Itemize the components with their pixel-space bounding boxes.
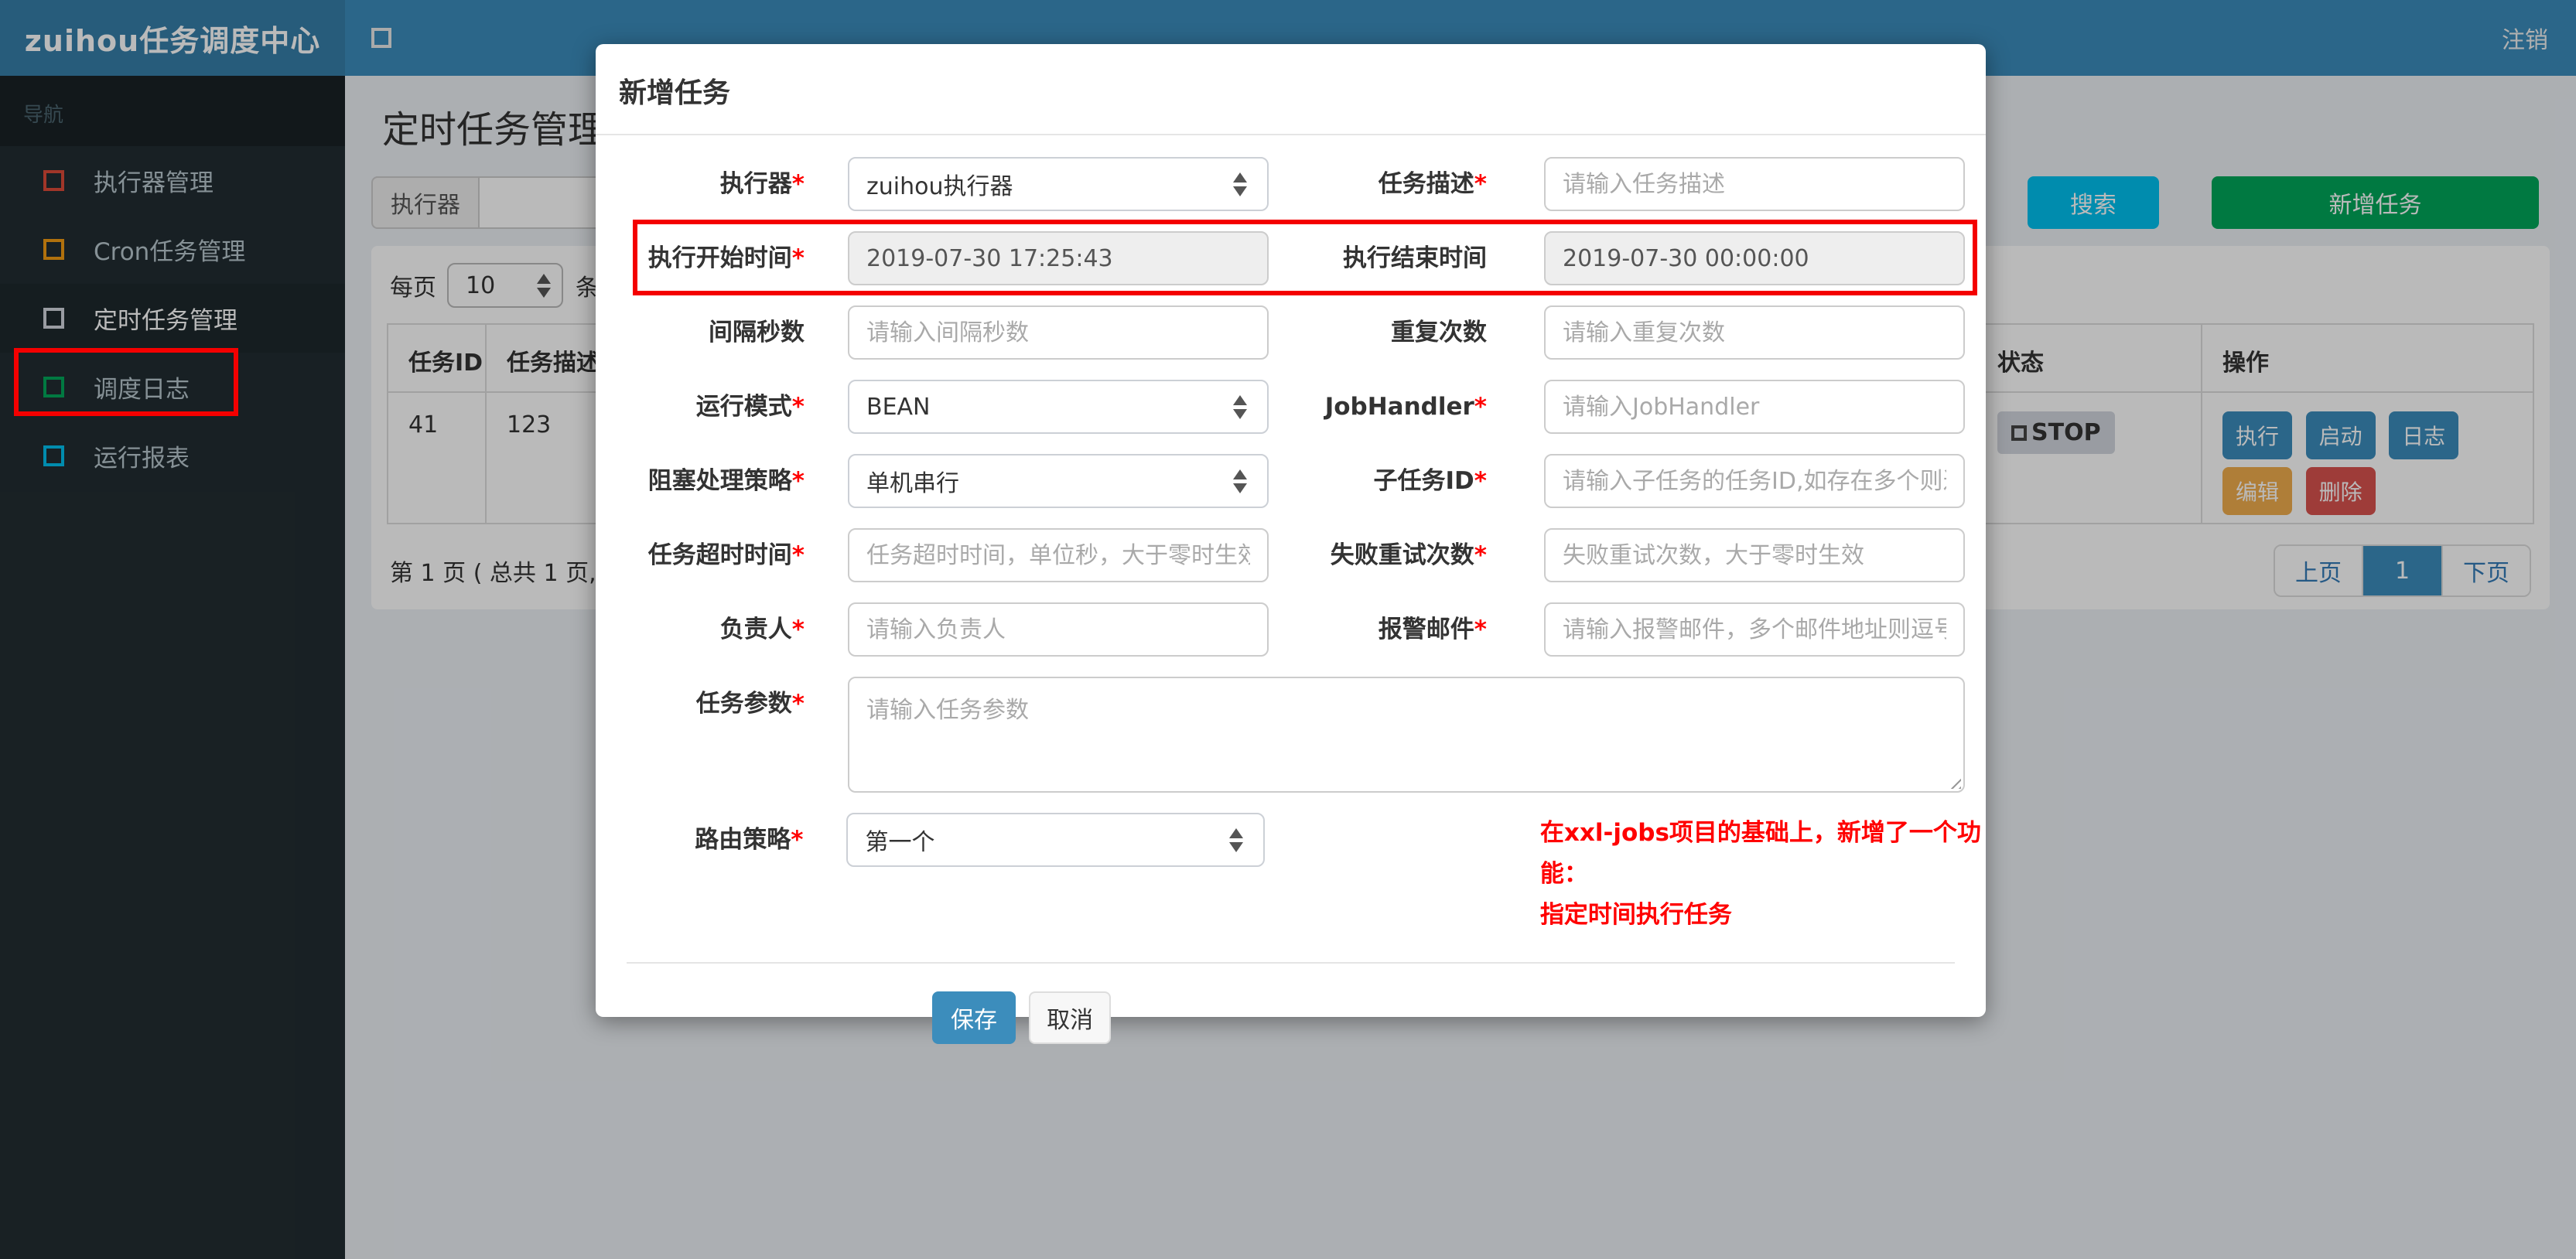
required-star: * (791, 690, 805, 718)
add-task-modal: 新增任务 执行器* zuihou执行器 任务描述* 执行开始时间* 执行结束时间… (596, 44, 1986, 1044)
child-task-id-input[interactable] (1544, 454, 1965, 508)
form-row-task-params: 任务参数* (627, 677, 1986, 793)
required-star: * (1474, 467, 1487, 495)
task-params-textarea[interactable] (848, 677, 1965, 793)
end-time-label: 执行结束时间 (1343, 244, 1487, 272)
run-mode-select[interactable]: BEAN (848, 380, 1269, 434)
repeat-count-input[interactable] (1544, 305, 1965, 360)
child-task-id-label: 子任务ID* (1373, 467, 1488, 495)
block-strategy-value: 单机串行 (866, 470, 959, 497)
required-star: * (791, 467, 805, 495)
required-star: * (1474, 170, 1487, 198)
executor-label: 执行器* (719, 170, 805, 198)
repeat-count-label: 重复次数 (1391, 319, 1487, 346)
jobhandler-label: JobHandler* (1324, 393, 1487, 421)
form-row-interval-repeat: 间隔秒数 重复次数 (627, 305, 1986, 360)
required-star: * (791, 616, 805, 643)
fail-retry-label: 失败重试次数* (1330, 541, 1487, 569)
block-strategy-label: 阻塞处理策略* (647, 467, 805, 495)
required-star: * (1474, 393, 1487, 421)
form-row-runmode-handler: 运行模式* BEAN JobHandler* (627, 380, 1986, 434)
start-time-input[interactable] (848, 231, 1269, 285)
end-time-input[interactable] (1544, 231, 1965, 285)
timeout-input[interactable] (848, 528, 1269, 582)
route-strategy-value: 第一个 (865, 829, 935, 856)
task-desc-label: 任务描述* (1378, 170, 1487, 198)
alarm-email-label: 报警邮件* (1378, 616, 1487, 643)
select-arrows-icon (1233, 394, 1247, 419)
form-row-block-childid: 阻塞处理策略* 单机串行 子任务ID* (627, 454, 1986, 508)
interval-label: 间隔秒数 (709, 319, 805, 346)
form-row-route-strategy: 路由策略* 第一个 在xxl-jobs项目的基础上，新增了一个功能： 指定时间执… (627, 813, 1986, 936)
route-strategy-label: 路由策略* (695, 826, 804, 854)
feature-note-line1: 在xxl-jobs项目的基础上，新增了一个功能： (1539, 819, 1981, 888)
route-strategy-select[interactable]: 第一个 (846, 813, 1265, 867)
required-star: * (791, 826, 804, 854)
form-row-owner-email: 负责人* 报警邮件* (627, 602, 1986, 657)
required-star: * (791, 170, 805, 198)
executor-select-value: zuihou执行器 (866, 173, 1013, 200)
cancel-button[interactable]: 取消 (1029, 991, 1112, 1044)
form-row-timeout-retry: 任务超时时间* 失败重试次数* (627, 528, 1986, 582)
task-params-label: 任务参数* (695, 690, 805, 718)
required-star: * (791, 393, 805, 421)
select-arrows-icon (1233, 172, 1247, 196)
owner-input[interactable] (848, 602, 1269, 657)
task-desc-input[interactable] (1544, 157, 1965, 211)
block-strategy-select[interactable]: 单机串行 (848, 454, 1269, 508)
required-star: * (791, 244, 805, 272)
select-arrows-icon (1233, 469, 1247, 493)
modal-header: 新增任务 (596, 44, 1986, 135)
select-arrows-icon (1228, 827, 1243, 852)
alarm-email-input[interactable] (1544, 602, 1965, 657)
run-mode-label: 运行模式* (695, 393, 805, 421)
start-time-label: 执行开始时间* (647, 244, 805, 272)
executor-select[interactable]: zuihou执行器 (848, 157, 1269, 211)
jobhandler-input[interactable] (1544, 380, 1965, 434)
modal-title: 新增任务 (619, 77, 731, 109)
required-star: * (1474, 541, 1487, 569)
fail-retry-input[interactable] (1544, 528, 1965, 582)
save-button[interactable]: 保存 (932, 991, 1016, 1044)
form-row-start-end-time: 执行开始时间* 执行结束时间 (627, 231, 1986, 285)
form-row-executor-desc: 执行器* zuihou执行器 任务描述* (627, 157, 1986, 211)
interval-input[interactable] (848, 305, 1269, 360)
feature-note-text: 在xxl-jobs项目的基础上，新增了一个功能： 指定时间执行任务 (1540, 813, 1986, 936)
timeout-label: 任务超时时间* (647, 541, 805, 569)
owner-label: 负责人* (719, 616, 805, 643)
feature-note-line2: 指定时间执行任务 (1539, 901, 1732, 929)
run-mode-value: BEAN (866, 393, 931, 421)
required-star: * (1474, 616, 1487, 643)
modal-footer: 保存 取消 (596, 964, 1986, 1044)
modal-body: 执行器* zuihou执行器 任务描述* 执行开始时间* 执行结束时间 间隔秒数… (596, 135, 1986, 936)
required-star: * (791, 541, 805, 569)
